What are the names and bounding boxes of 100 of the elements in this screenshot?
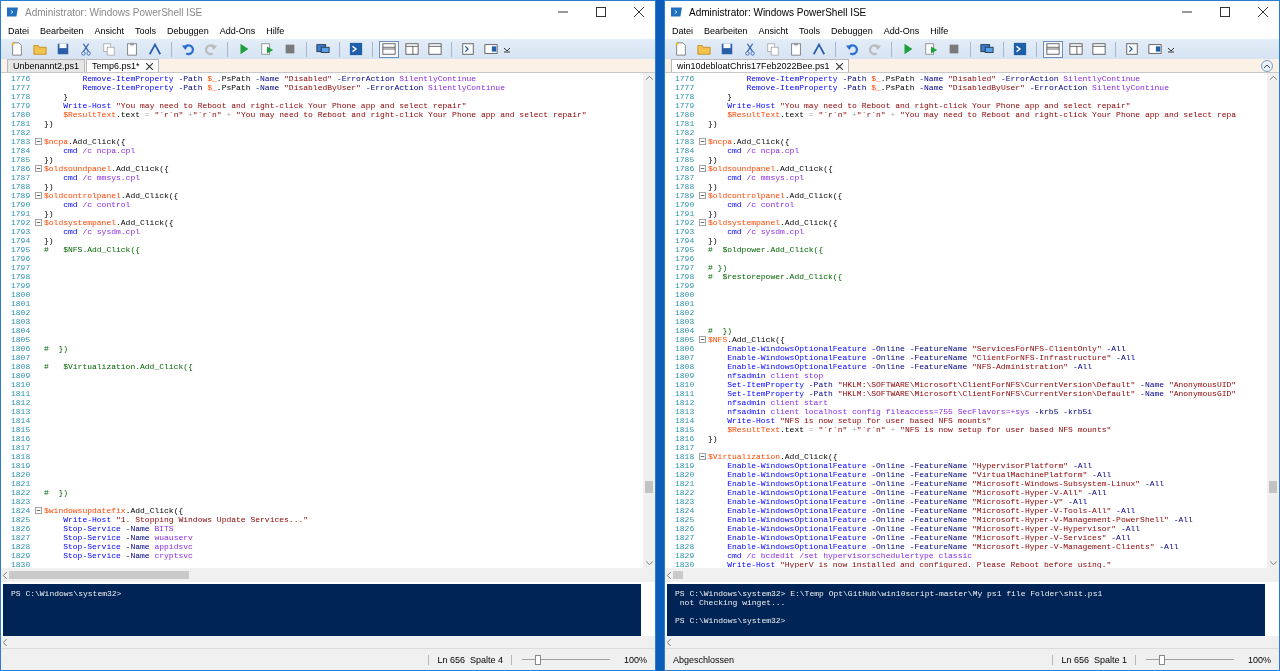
code-line: Enable-WindowsOptionalFeature -Online -FeatureName "HypervisorPlatform" -All [726, 461, 1093, 470]
line-number: 1823 [10, 497, 32, 506]
code-line: $oldsoundpanel.Add_Click({ [708, 164, 833, 173]
console-prompt: PS C:\Windows\system32> [11, 589, 123, 598]
collapse-icon [699, 138, 706, 145]
code-line: nfsadmin client stop [726, 371, 824, 380]
redo-icon [204, 42, 218, 56]
terminal-icon [349, 42, 363, 56]
line-number: 1780 [674, 110, 696, 119]
slider-thumb[interactable] [1158, 654, 1165, 665]
menu-item[interactable]: Add-Ons [878, 26, 926, 36]
horizontal-scrollbar[interactable] [1, 568, 655, 582]
layout-button[interactable] [379, 40, 399, 58]
layout-button[interactable] [1089, 40, 1109, 58]
line-number: 1793 [674, 227, 696, 236]
line-number: 1789 [10, 191, 32, 200]
menu-item[interactable]: Datei [667, 26, 699, 36]
code-line: $ResultText.text = "`r`n" +"`r`n" + "You may need to Reboot and right-click Your Phone app and select repair" [62, 110, 587, 119]
layout-button[interactable] [1066, 40, 1086, 58]
line-number: 1818 [674, 452, 696, 461]
file-tab[interactable]: win10debloatChris17Feb2022Bee.ps1 [671, 59, 849, 72]
scroll-thumb[interactable] [1269, 481, 1277, 493]
menu-item[interactable]: Tools [794, 26, 827, 36]
code-line: } [726, 92, 732, 101]
line-number: 1788 [674, 182, 696, 191]
line-number: 1805 [10, 335, 32, 344]
line-number: 1792 [10, 218, 32, 227]
scroll-thumb[interactable] [9, 571, 189, 579]
zoom-slider[interactable] [521, 654, 610, 665]
menu-item[interactable]: Datei [3, 26, 35, 36]
line-number: 1796 [674, 254, 696, 263]
menu-item[interactable]: Bearbeiten [699, 26, 754, 36]
cursor-position: Ln 656 Spalte 4 [428, 654, 512, 665]
code-line: Write-Host "1. Stopping Windows Update Services..." [62, 515, 309, 524]
folder-icon [33, 42, 47, 56]
layout-button[interactable] [1043, 40, 1063, 58]
command-pane-icon [461, 42, 475, 56]
horizontal-scrollbar[interactable] [665, 568, 1279, 582]
code-line: Enable-WindowsOptionalFeature -Online -FeatureName "Microsoft-Hyper-V-Hypervisor" -All [726, 524, 1141, 533]
code-line: # }) [708, 263, 728, 272]
slider-thumb[interactable] [534, 654, 541, 665]
line-number: 1826 [10, 524, 32, 533]
line-number: 1815 [10, 425, 32, 434]
window-title: Administrator: Windows PowerShell ISE [25, 6, 204, 18]
redo-icon [868, 42, 882, 56]
menu-item[interactable]: Debuggen [162, 26, 215, 36]
layout-button[interactable] [402, 40, 422, 58]
vertical-scrollbar[interactable] [1267, 73, 1279, 568]
console-pane[interactable]: PS C:\Windows\system32> E:\Temp Opt\GitHub\win10script-master\My ps1 file Folder\shit.ps1 not Checking winget... PS C:\Windows\system32> [667, 584, 1265, 636]
scroll-down-icon [645, 561, 653, 565]
menu-item[interactable]: Ansicht [89, 26, 131, 36]
code-line: nfsadmin client localhost config fileaccess=755 SecFlavors=+sys -krb5 -krb5i [726, 407, 1093, 416]
vertical-scrollbar[interactable] [643, 73, 655, 568]
file-tab[interactable]: Temp6.ps1* [86, 59, 159, 72]
collapse-icon [699, 192, 706, 199]
scroll-down-icon [1269, 561, 1277, 565]
horizontal-scrollbar[interactable] [665, 636, 1279, 648]
menu-item[interactable]: Bearbeiten [35, 26, 90, 36]
line-number: 1779 [674, 101, 696, 110]
code-line: Set-ItemProperty -Path "HKLM:\SOFTWARE\Microsoft\ClientForNFS\CurrentVersion\Default" -Name "AnonymousUID" [726, 380, 1237, 389]
line-number: 1829 [674, 551, 696, 560]
line-number: 1786 [10, 164, 32, 173]
code-line: }) [708, 119, 718, 128]
code-line: # $restorepower.Add_Click({ [708, 272, 843, 281]
line-number: 1817 [674, 443, 696, 452]
zoom-slider[interactable] [1145, 654, 1234, 665]
code-line: Remove-ItemProperty -Path $_.PsPath -Name "DisabledByUser" -ErrorAction SilentlyContinue [745, 83, 1169, 92]
scroll-thumb[interactable] [645, 481, 653, 493]
line-number: 1776 [674, 74, 696, 83]
line-number: 1795 [10, 245, 32, 254]
line-number: 1829 [10, 551, 32, 560]
scroll-thumb[interactable] [673, 571, 683, 579]
horizontal-scrollbar[interactable] [1, 636, 655, 648]
line-number: 1825 [10, 515, 32, 524]
console-pane[interactable]: PS C:\Windows\system32> [3, 584, 641, 636]
code-line: cmd /c control [726, 200, 795, 209]
code-line: Enable-WindowsOptionalFeature -Online -FeatureName "Microsoft-Hyper-V-Management-PowerShell" -All [726, 515, 1193, 524]
menu-item[interactable]: Tools [130, 26, 163, 36]
line-number: 1812 [674, 398, 696, 407]
line-number: 1824 [10, 506, 32, 515]
line-number: 1787 [674, 173, 696, 182]
file-tab[interactable]: Unbenannt2.ps1 [7, 59, 86, 72]
collapse-icon [35, 165, 42, 172]
scroll-left-icon [667, 571, 671, 579]
line-number: 1784 [674, 146, 696, 155]
code-line: # $oldpower.Add_Click({ [708, 245, 824, 254]
line-number: 1792 [674, 218, 696, 227]
menu-item[interactable]: Hilfe [925, 26, 955, 36]
menu-item[interactable]: Debuggen [826, 26, 879, 36]
code-line: $windowsupdatefix.Add_Click({ [44, 506, 184, 515]
layout-button[interactable] [425, 40, 445, 58]
menu-item[interactable]: Hilfe [261, 26, 291, 36]
code-line: Stop-Service -Name wuauserv [62, 533, 193, 542]
code-line: }) [44, 119, 54, 128]
code-line: }) [708, 236, 718, 245]
menu-item[interactable]: Ansicht [753, 26, 795, 36]
menu-item[interactable]: Add-Ons [214, 26, 262, 36]
collapse-button[interactable] [1261, 60, 1273, 72]
side-by-side-layout-icon [1069, 42, 1083, 56]
wedge-icon [812, 42, 826, 56]
